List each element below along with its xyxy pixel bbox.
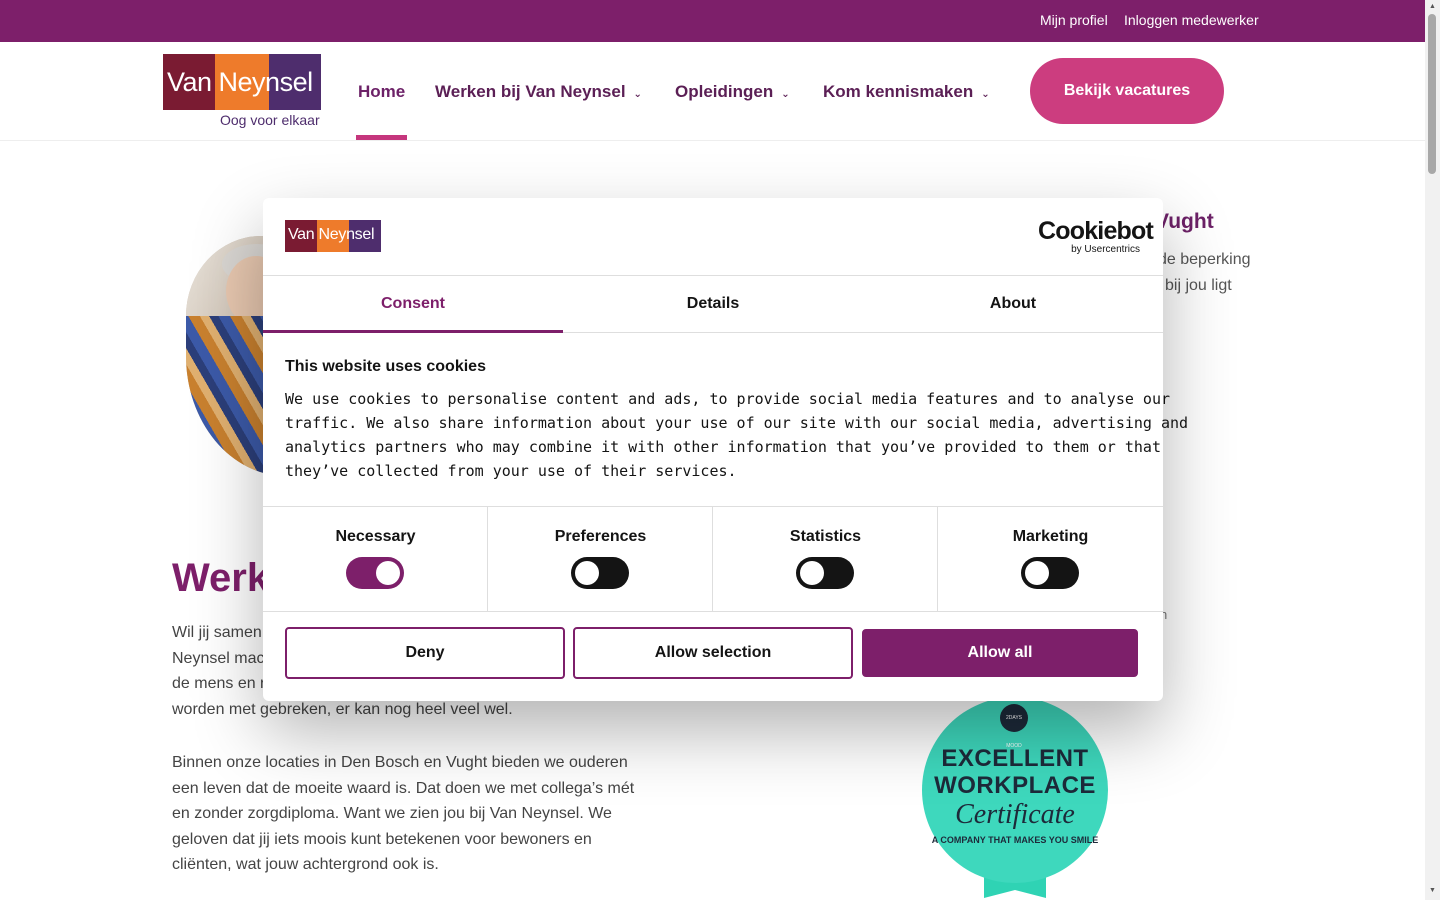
nav-active-indicator bbox=[356, 135, 407, 140]
view-vacancies-button[interactable]: Bekijk vacatures bbox=[1030, 58, 1224, 124]
side-text-line: bij jou ligt bbox=[1165, 277, 1232, 294]
paragraph-line: een leven dat de moeite waard is. Dat do… bbox=[172, 779, 635, 797]
nav-werken-bij[interactable]: Werken bij Van Neynsel ⌄ bbox=[435, 82, 642, 102]
cookiebot-sub: by Usercentrics bbox=[1071, 244, 1140, 255]
site-header: Van Neynsel Oog voor elkaar Home Werken … bbox=[0, 42, 1425, 141]
description-line: analytics partners who may combine it wi… bbox=[285, 438, 1161, 456]
category-label: Preferences bbox=[554, 528, 647, 545]
badge-line: EXCELLENT bbox=[941, 745, 1089, 772]
top-bar: Mijn profiel Inloggen medewerker bbox=[0, 0, 1425, 42]
allow-all-button[interactable]: Allow all bbox=[862, 629, 1138, 677]
toggle-knob bbox=[1025, 561, 1049, 585]
logo-tagline: Oog voor elkaar bbox=[220, 112, 320, 128]
logo-wordmark: Van Neynsel bbox=[167, 67, 313, 97]
category-necessary: Necessary bbox=[263, 507, 488, 611]
nav-home-label: Home bbox=[358, 82, 406, 101]
scroll-down-arrow-icon[interactable]: ▼ bbox=[1429, 887, 1436, 894]
badge-line: A COMPANY THAT MAKES YOU SMILE bbox=[931, 835, 1099, 845]
chevron-down-icon: ⌄ bbox=[981, 89, 990, 100]
category-preferences: Preferences bbox=[488, 507, 713, 611]
cookiebot-logo[interactable]: Cookiebot by Usercentrics bbox=[1038, 217, 1154, 256]
consent-title: This website uses cookies bbox=[285, 358, 486, 375]
tab-about[interactable]: About bbox=[863, 276, 1163, 332]
consent-category-toggles: Necessary Preferences Statistics Marketi… bbox=[263, 506, 1163, 612]
section-heading: Werk bbox=[172, 556, 270, 600]
marketing-toggle[interactable] bbox=[1021, 557, 1079, 589]
paragraph-line: geloven dat jij iets moois kunt betekene… bbox=[172, 830, 592, 848]
toggle-knob bbox=[376, 561, 400, 585]
description-line: We use cookies to personalise content an… bbox=[285, 390, 1171, 408]
nav-home[interactable]: Home bbox=[358, 82, 405, 102]
my-profile-link[interactable]: Mijn profiel bbox=[1040, 12, 1108, 28]
deny-button[interactable]: Deny bbox=[285, 627, 565, 679]
dialog-logo-wordmark: Van Neynsel bbox=[288, 226, 375, 243]
cookiebot-brand: Cookiebot bbox=[1038, 217, 1154, 245]
cookie-consent-dialog: Van Neynsel Cookiebot by Usercentrics Co… bbox=[263, 198, 1189, 701]
scrollbar-thumb[interactable] bbox=[1428, 14, 1436, 174]
dialog-site-logo: Van Neynsel bbox=[285, 220, 381, 252]
category-label: Marketing bbox=[1012, 528, 1089, 545]
excellent-workplace-badge: 2DAYS MOOD EXCELLENT WORKPLACE Certifica… bbox=[918, 693, 1112, 900]
scroll-up-arrow-icon[interactable]: ▲ bbox=[1429, 3, 1436, 10]
chevron-down-icon: ⌄ bbox=[633, 89, 642, 100]
preferences-toggle[interactable] bbox=[571, 557, 629, 589]
nav-kom-kennismaken-label: Kom kennismaken bbox=[823, 82, 974, 101]
consent-tabs: Consent Details About bbox=[263, 276, 1163, 333]
category-statistics: Statistics bbox=[713, 507, 938, 611]
badge-line: WORKPLACE bbox=[934, 772, 1096, 799]
nav-opleidingen[interactable]: Opleidingen ⌄ bbox=[675, 82, 790, 102]
tab-consent[interactable]: Consent bbox=[263, 276, 563, 333]
paragraph-line: cliënten, wat jouw achtergrond ook is. bbox=[172, 856, 439, 873]
employee-login-link[interactable]: Inloggen medewerker bbox=[1124, 12, 1259, 28]
nav-werken-bij-label: Werken bij Van Neynsel bbox=[435, 82, 626, 101]
toggle-knob bbox=[800, 561, 824, 585]
chevron-down-icon: ⌄ bbox=[781, 89, 790, 100]
consent-description: We use cookies to personalise content an… bbox=[285, 387, 1189, 483]
necessary-toggle[interactable] bbox=[346, 557, 404, 589]
page-scrollbar[interactable]: ▲ ▼ bbox=[1425, 0, 1440, 900]
category-marketing: Marketing bbox=[938, 507, 1163, 611]
category-label: Necessary bbox=[335, 528, 416, 545]
badge-line: Certificate bbox=[955, 799, 1075, 830]
statistics-toggle[interactable] bbox=[796, 557, 854, 589]
locations-paragraph: Binnen onze locaties in Den Bosch en Vug… bbox=[172, 750, 652, 878]
side-text-line: de beperking bbox=[1158, 251, 1251, 268]
tab-details[interactable]: Details bbox=[563, 276, 863, 332]
van-neynsel-logo[interactable]: Van Neynsel Oog voor elkaar bbox=[163, 54, 323, 130]
badge-top-logo: 2DAYS MOOD bbox=[1000, 704, 1028, 749]
description-line: they’ve collected from your use of their… bbox=[285, 462, 737, 480]
paragraph-line: en zonder zorgdiploma. Want we zien jou … bbox=[172, 805, 612, 822]
allow-selection-button[interactable]: Allow selection bbox=[573, 627, 853, 679]
toggle-knob bbox=[575, 561, 599, 585]
paragraph-line: Binnen onze locaties in Den Bosch en Vug… bbox=[172, 754, 628, 771]
nav-opleidingen-label: Opleidingen bbox=[675, 82, 774, 101]
side-title: Vught bbox=[1155, 210, 1214, 233]
category-label: Statistics bbox=[789, 528, 862, 545]
description-line: traffic. We also share information about… bbox=[285, 414, 1189, 432]
nav-kom-kennismaken[interactable]: Kom kennismaken ⌄ bbox=[823, 82, 990, 102]
dialog-header: Van Neynsel Cookiebot by Usercentrics bbox=[263, 198, 1163, 276]
